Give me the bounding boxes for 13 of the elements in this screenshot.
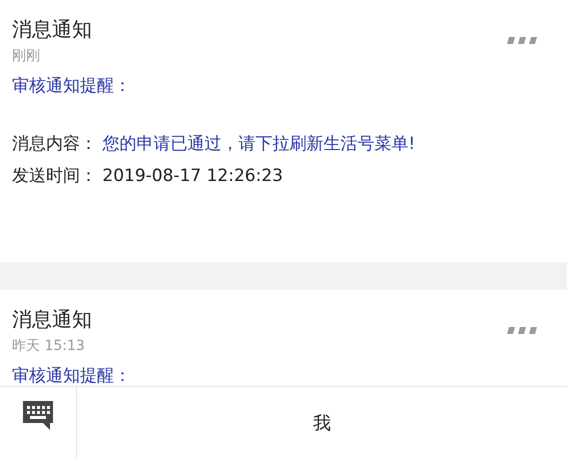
more-icon[interactable] (507, 37, 537, 45)
message-title: 消息通知 (12, 16, 92, 43)
field-value: 您的申请已通过，请下拉刷新生活号菜单! (102, 134, 416, 154)
field-label: 消息内容： (12, 134, 97, 154)
message-title: 消息通知 (12, 306, 92, 333)
message-heading: 审核通知提醒： (12, 365, 132, 386)
message-heading: 审核通知提醒： (12, 75, 132, 98)
more-icon[interactable] (507, 327, 537, 335)
message-time: 昨天 15:13 (12, 337, 86, 356)
field-value: 2019-08-17 12:26:23 (102, 166, 283, 186)
keyboard-icon[interactable] (23, 400, 53, 430)
field-label: 发送时间： (12, 166, 97, 186)
message-time: 刚刚 (12, 47, 41, 66)
